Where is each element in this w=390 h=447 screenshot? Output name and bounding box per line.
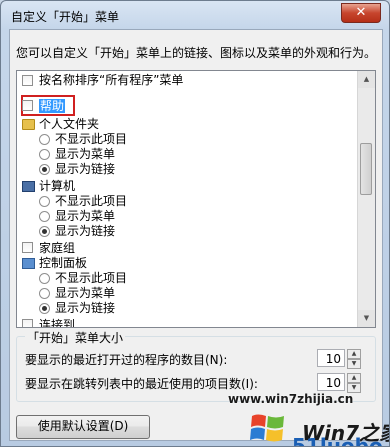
scroll-up-icon[interactable]: ▲ — [358, 71, 375, 88]
radio-label: 显示为链接 — [55, 301, 116, 315]
scroll-thumb[interactable] — [360, 143, 372, 195]
radio-button[interactable] — [39, 226, 50, 237]
radio-personal-show-as-link[interactable]: 显示为链接 — [17, 162, 217, 176]
radio-personal-show-as-menu[interactable]: 显示为菜单 — [17, 147, 217, 161]
option-label: 个人文件夹 — [39, 117, 100, 131]
folder-icon — [22, 119, 35, 130]
checkbox[interactable] — [22, 319, 33, 327]
dialog-window: 自定义「开始」菜单 ✕ 您可以自定义「开始」菜单上的链接、图标以及菜单的外观和行… — [0, 0, 390, 447]
radio-label: 不显示此项目 — [55, 132, 128, 146]
recent-programs-stepper[interactable]: ▲ ▼ — [347, 349, 361, 369]
option-computer: 计算机 — [17, 179, 217, 193]
control-panel-icon — [22, 258, 35, 269]
watermark-site-2: 51luobo.cn — [292, 434, 390, 447]
use-default-settings-button[interactable]: 使用默认设置(D) — [16, 415, 150, 439]
radio-button[interactable] — [39, 196, 50, 207]
radio-label: 不显示此项目 — [55, 194, 128, 208]
options-list[interactable]: 按名称排序“所有程序”菜单 帮助 个人文件夹 不显示此项目 显示为菜单 显示为链… — [16, 70, 376, 328]
option-homegroup[interactable]: 家庭组 — [17, 241, 217, 255]
radio-button[interactable] — [39, 134, 50, 145]
radio-label: 显示为链接 — [55, 162, 116, 176]
group-title: 「开始」菜单大小 — [25, 329, 126, 346]
radio-control-panel-dont-show[interactable]: 不显示此项目 — [17, 271, 217, 285]
recent-programs-label: 要显示的最近打开过的程序的数目(N): — [25, 353, 228, 367]
radio-button[interactable] — [39, 149, 50, 160]
option-label: 按名称排序“所有程序”菜单 — [39, 73, 184, 87]
radio-button[interactable] — [39, 303, 50, 314]
option-control-panel: 控制面板 — [17, 256, 217, 270]
radio-label: 不显示此项目 — [55, 271, 128, 285]
option-label: 帮助 — [39, 99, 66, 113]
computer-icon — [22, 181, 35, 192]
radio-label: 显示为菜单 — [55, 147, 116, 161]
dialog-description: 您可以自定义「开始」菜单上的链接、图标以及菜单的外观和行为。 — [16, 46, 377, 60]
radio-button[interactable] — [39, 273, 50, 284]
option-label: 连接到 — [39, 318, 76, 328]
jump-list-input[interactable]: 10 — [317, 373, 345, 391]
recent-programs-input[interactable]: 10 — [317, 349, 345, 367]
stepper-up-icon[interactable]: ▲ — [347, 349, 361, 359]
radio-label: 显示为链接 — [55, 224, 116, 238]
radio-computer-show-as-link[interactable]: 显示为链接 — [17, 224, 217, 238]
option-label: 控制面板 — [39, 256, 88, 270]
checkbox[interactable] — [22, 75, 33, 86]
radio-label: 显示为菜单 — [55, 209, 116, 223]
option-label: 家庭组 — [39, 241, 76, 255]
checkbox[interactable] — [22, 242, 33, 253]
option-label: 计算机 — [39, 179, 76, 193]
scroll-down-icon[interactable]: ▼ — [358, 310, 375, 327]
title-bar[interactable]: 自定义「开始」菜单 ✕ — [1, 1, 389, 29]
option-sort-all-programs[interactable]: 按名称排序“所有程序”菜单 — [17, 73, 347, 87]
radio-button[interactable] — [39, 211, 50, 222]
stepper-down-icon[interactable]: ▼ — [347, 359, 361, 369]
radio-control-panel-show-as-link[interactable]: 显示为链接 — [17, 301, 217, 315]
watermark-site: www.win7zhijia.cn — [228, 392, 354, 406]
window-title: 自定义「开始」菜单 — [11, 10, 120, 24]
vertical-scrollbar[interactable]: ▲ ▼ — [357, 71, 375, 327]
option-connect-to[interactable]: 连接到 — [17, 318, 217, 328]
jump-list-stepper[interactable]: ▲ ▼ — [347, 373, 361, 393]
radio-button[interactable] — [39, 164, 50, 175]
option-personal-folder: 个人文件夹 — [17, 117, 217, 131]
jump-list-label: 要显示在跳转列表中的最近使用的项目数(I): — [25, 377, 258, 391]
checkbox[interactable] — [22, 100, 33, 111]
radio-control-panel-show-as-menu[interactable]: 显示为菜单 — [17, 286, 217, 300]
radio-button[interactable] — [39, 288, 50, 299]
dialog-body: 您可以自定义「开始」菜单上的链接、图标以及菜单的外观和行为。 按名称排序“所有程… — [9, 29, 389, 446]
option-help[interactable]: 帮助 — [17, 99, 117, 113]
radio-personal-dont-show[interactable]: 不显示此项目 — [17, 132, 217, 146]
radio-computer-show-as-menu[interactable]: 显示为菜单 — [17, 209, 217, 223]
radio-label: 显示为菜单 — [55, 286, 116, 300]
close-button[interactable]: ✕ — [341, 3, 381, 23]
windows-logo-icon — [250, 414, 284, 442]
radio-computer-dont-show[interactable]: 不显示此项目 — [17, 194, 217, 208]
stepper-up-icon[interactable]: ▲ — [347, 373, 361, 383]
